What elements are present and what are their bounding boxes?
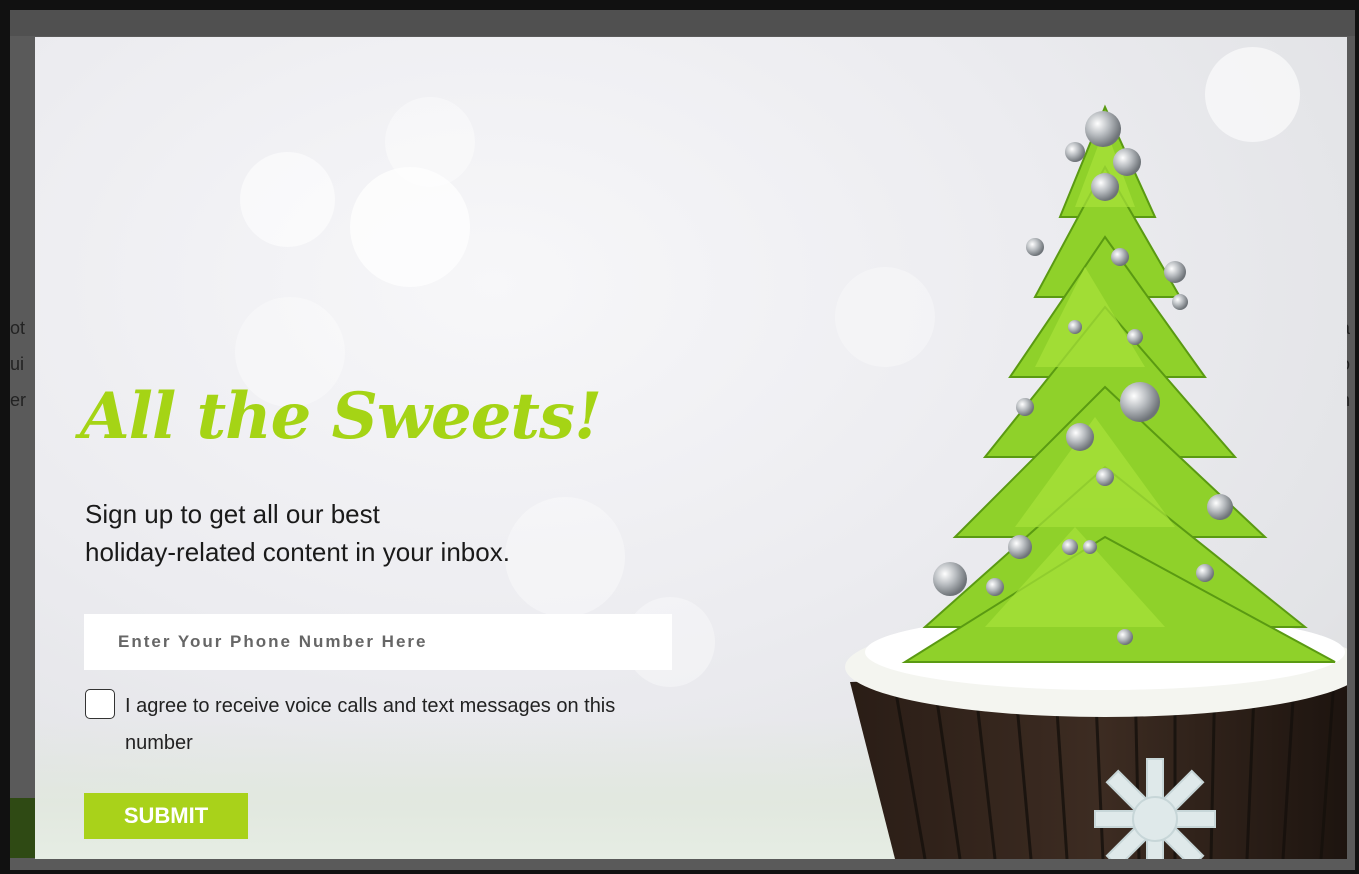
consent-checkbox[interactable] — [85, 689, 115, 719]
phone-number-input[interactable] — [84, 614, 672, 670]
bokeh-light — [385, 97, 475, 187]
bokeh-light — [240, 152, 335, 247]
submit-button[interactable]: SUBMIT — [84, 793, 248, 839]
popup-subtext: Sign up to get all our best holiday-rela… — [85, 495, 645, 571]
consent-label: I agree to receive voice calls and text … — [125, 695, 616, 754]
subtext-line: Sign up to get all our best — [85, 499, 380, 529]
subtext-line: holiday-related content in your inbox. — [85, 537, 510, 567]
popup-headline: All the Sweets! — [80, 379, 602, 454]
browser-viewport: ot ui er a o n — [0, 0, 1359, 874]
christmas-tree-cupcake-image — [845, 104, 1347, 859]
signup-popup: All the Sweets! Sign up to get all our b… — [35, 37, 1347, 859]
bokeh-light — [350, 167, 470, 287]
